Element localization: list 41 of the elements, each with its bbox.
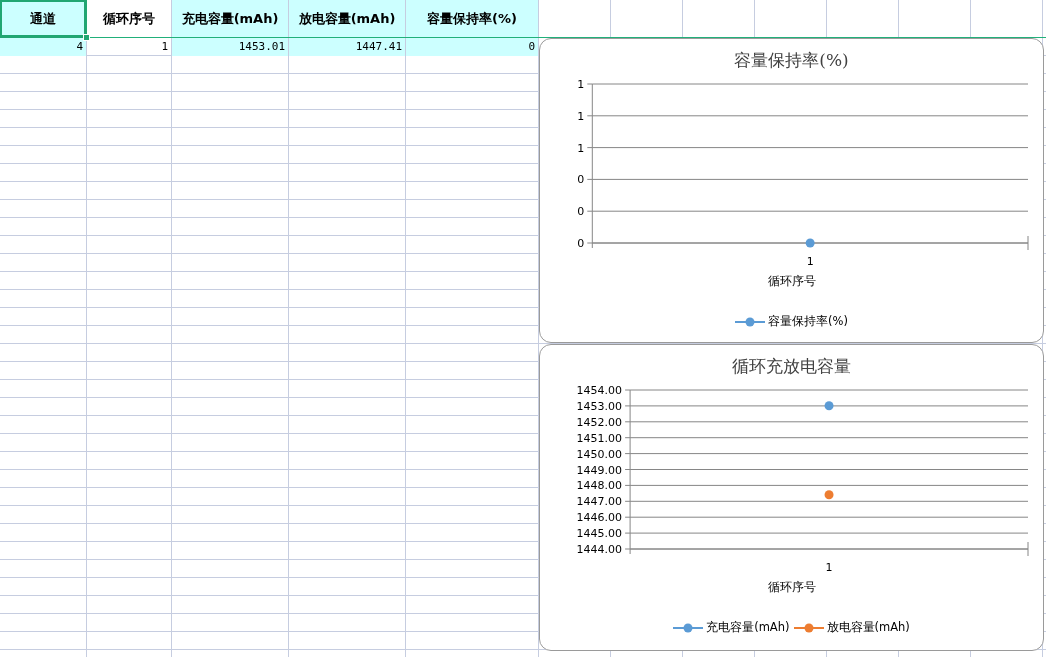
table-cell: 4 [0, 38, 86, 56]
column-header[interactable]: 容量保持率(%) [406, 0, 538, 37]
x-tick-label: 1 [806, 255, 814, 268]
y-tick-label: 0 [577, 205, 585, 219]
y-tick-label: 1445.00 [576, 527, 623, 541]
chart-title: 容量保持率(%) [734, 49, 849, 72]
y-tick-label: 0 [577, 237, 585, 250]
column-header[interactable]: 充电容量(mAh) [172, 0, 288, 37]
y-tick-label: 1447.00 [576, 495, 623, 509]
y-tick-label: 1452.00 [576, 415, 623, 429]
chart-title: 循环充放电容量 [732, 355, 851, 378]
y-tick-label: 1453.00 [576, 399, 623, 413]
data-point [824, 490, 834, 500]
y-tick-label: 1446.00 [576, 511, 623, 525]
x-axis-title: 循环序号 [767, 273, 816, 290]
table-cell: 1447.41 [289, 38, 405, 56]
y-tick-label: 1 [577, 109, 585, 123]
y-tick-label: 1 [577, 141, 585, 155]
y-tick-label: 1444.00 [576, 543, 623, 556]
y-tick-label: 1451.00 [576, 431, 623, 445]
y-tick-label: 1450.00 [576, 447, 623, 461]
legend-label: 容量保持率(%) [768, 314, 848, 329]
y-tick-label: 1454.00 [576, 384, 623, 397]
table-cell: 0 [406, 38, 538, 56]
column-header[interactable]: 循环序号 [87, 0, 171, 37]
y-tick-label: 1449.00 [576, 463, 623, 477]
column-header[interactable]: 放电容量(mAh) [289, 0, 405, 37]
y-tick-label: 0 [577, 173, 585, 187]
legend-marker-icon [793, 622, 824, 633]
y-tick-label: 1448.00 [576, 479, 623, 493]
table-cell: 1453.01 [172, 38, 288, 56]
x-tick-label: 1 [825, 561, 833, 574]
legend-marker-icon [673, 622, 704, 633]
legend-label: 充电容量(mAh) [706, 620, 790, 635]
y-tick-label: 1 [577, 78, 585, 91]
data-point [824, 401, 834, 411]
data-point [805, 238, 815, 248]
legend-marker-icon [735, 316, 766, 327]
legend-label: 放电容量(mAh) [826, 620, 910, 635]
table-cell-text: 1 [160, 39, 169, 55]
x-axis-title: 循环序号 [767, 579, 816, 596]
